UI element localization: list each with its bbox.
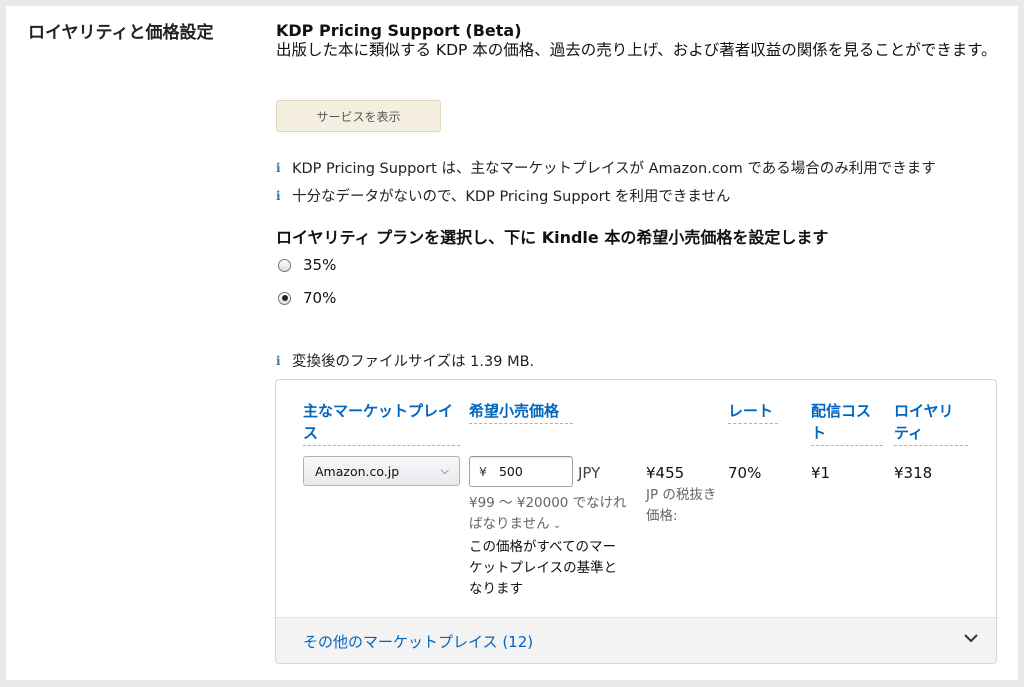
info-row-no-data: i 十分なデータがないので、KDP Pricing Support を利用できま… [276, 185, 730, 206]
marketplace-value: Amazon.co.jp [315, 463, 400, 479]
info-row-marketplace: i KDP Pricing Support は、主なマーケットプレイスが Ama… [276, 157, 936, 178]
chevron-down-icon[interactable]: ⌄ [550, 520, 561, 531]
header-rate[interactable]: レート [728, 400, 778, 424]
price-range-note: ¥99 ～ ¥20000 でなければなりません ⌄ [469, 493, 629, 536]
delivery-cost-value: ¥1 [811, 464, 831, 482]
royalty-pricing-panel: ロイヤリティと価格設定 KDP Pricing Support (Beta) 出… [6, 6, 1018, 680]
info-text: KDP Pricing Support は、主なマーケットプレイスが Amazo… [292, 161, 936, 177]
file-size-text: 変換後のファイルサイズは 1.39 MB. [292, 354, 535, 370]
show-service-button[interactable]: サービスを表示 [276, 100, 441, 132]
base-price-note: この価格がすべてのマーケットプレイスの基準となります [469, 539, 618, 597]
info-text: 十分なデータがないので、KDP Pricing Support を利用できません [292, 189, 731, 205]
radio-label: 35% [303, 256, 337, 274]
pricing-table: 主なマーケットプレイス 希望小売価格 レート 配信コスト ロイヤリティ Amaz… [275, 379, 997, 664]
price-ex-tax: ¥455 [646, 464, 685, 482]
info-row-file-size: i 変換後のファイルサイズは 1.39 MB. [276, 350, 534, 371]
radio-button[interactable] [278, 291, 291, 305]
currency-code: JPY [578, 464, 601, 482]
pricing-support-description: 出版した本に類似する KDP 本の価格、過去の売り上げ、および著者収益の関係を見… [276, 41, 997, 59]
other-marketplaces-expander[interactable]: その他のマーケットプレイス (12) [276, 617, 996, 663]
header-delivery-cost[interactable]: 配信コスト [811, 400, 883, 446]
rate-value: 70% [728, 464, 762, 482]
marketplace-select[interactable]: Amazon.co.jp ⌵ [303, 456, 460, 486]
chevron-down-icon[interactable] [962, 629, 980, 647]
info-icon: i [276, 353, 281, 368]
royalty-plan-heading: ロイヤリティ プランを選択し、下に Kindle 本の希望小売価格を設定します [276, 228, 829, 247]
radio-button[interactable] [278, 258, 291, 272]
list-price-input[interactable] [498, 464, 559, 479]
section-label: ロイヤリティと価格設定 [28, 23, 214, 43]
info-icon: i [276, 160, 281, 175]
header-list-price[interactable]: 希望小売価格 [469, 400, 573, 424]
chevron-down-icon: ⌵ [440, 464, 449, 477]
info-icon: i [276, 188, 281, 203]
other-marketplaces-link[interactable]: その他のマーケットプレイス (12) [303, 631, 533, 652]
list-price-field[interactable]: ¥ [469, 456, 573, 487]
pricing-support-title: KDP Pricing Support (Beta) [276, 21, 522, 40]
radio-label: 70% [303, 289, 337, 307]
radio-35-percent[interactable]: 35% [278, 256, 336, 274]
currency-symbol: ¥ [479, 464, 487, 479]
tax-note: JP の税抜き価格: [646, 487, 717, 524]
price-range-text: ¥99 ～ ¥20000 でなければなりません [469, 495, 627, 532]
header-marketplace[interactable]: 主なマーケットプレイス [303, 400, 460, 446]
radio-70-percent[interactable]: 70% [278, 289, 336, 307]
royalty-value: ¥318 [894, 464, 933, 482]
header-royalty[interactable]: ロイヤリティ [894, 400, 968, 446]
